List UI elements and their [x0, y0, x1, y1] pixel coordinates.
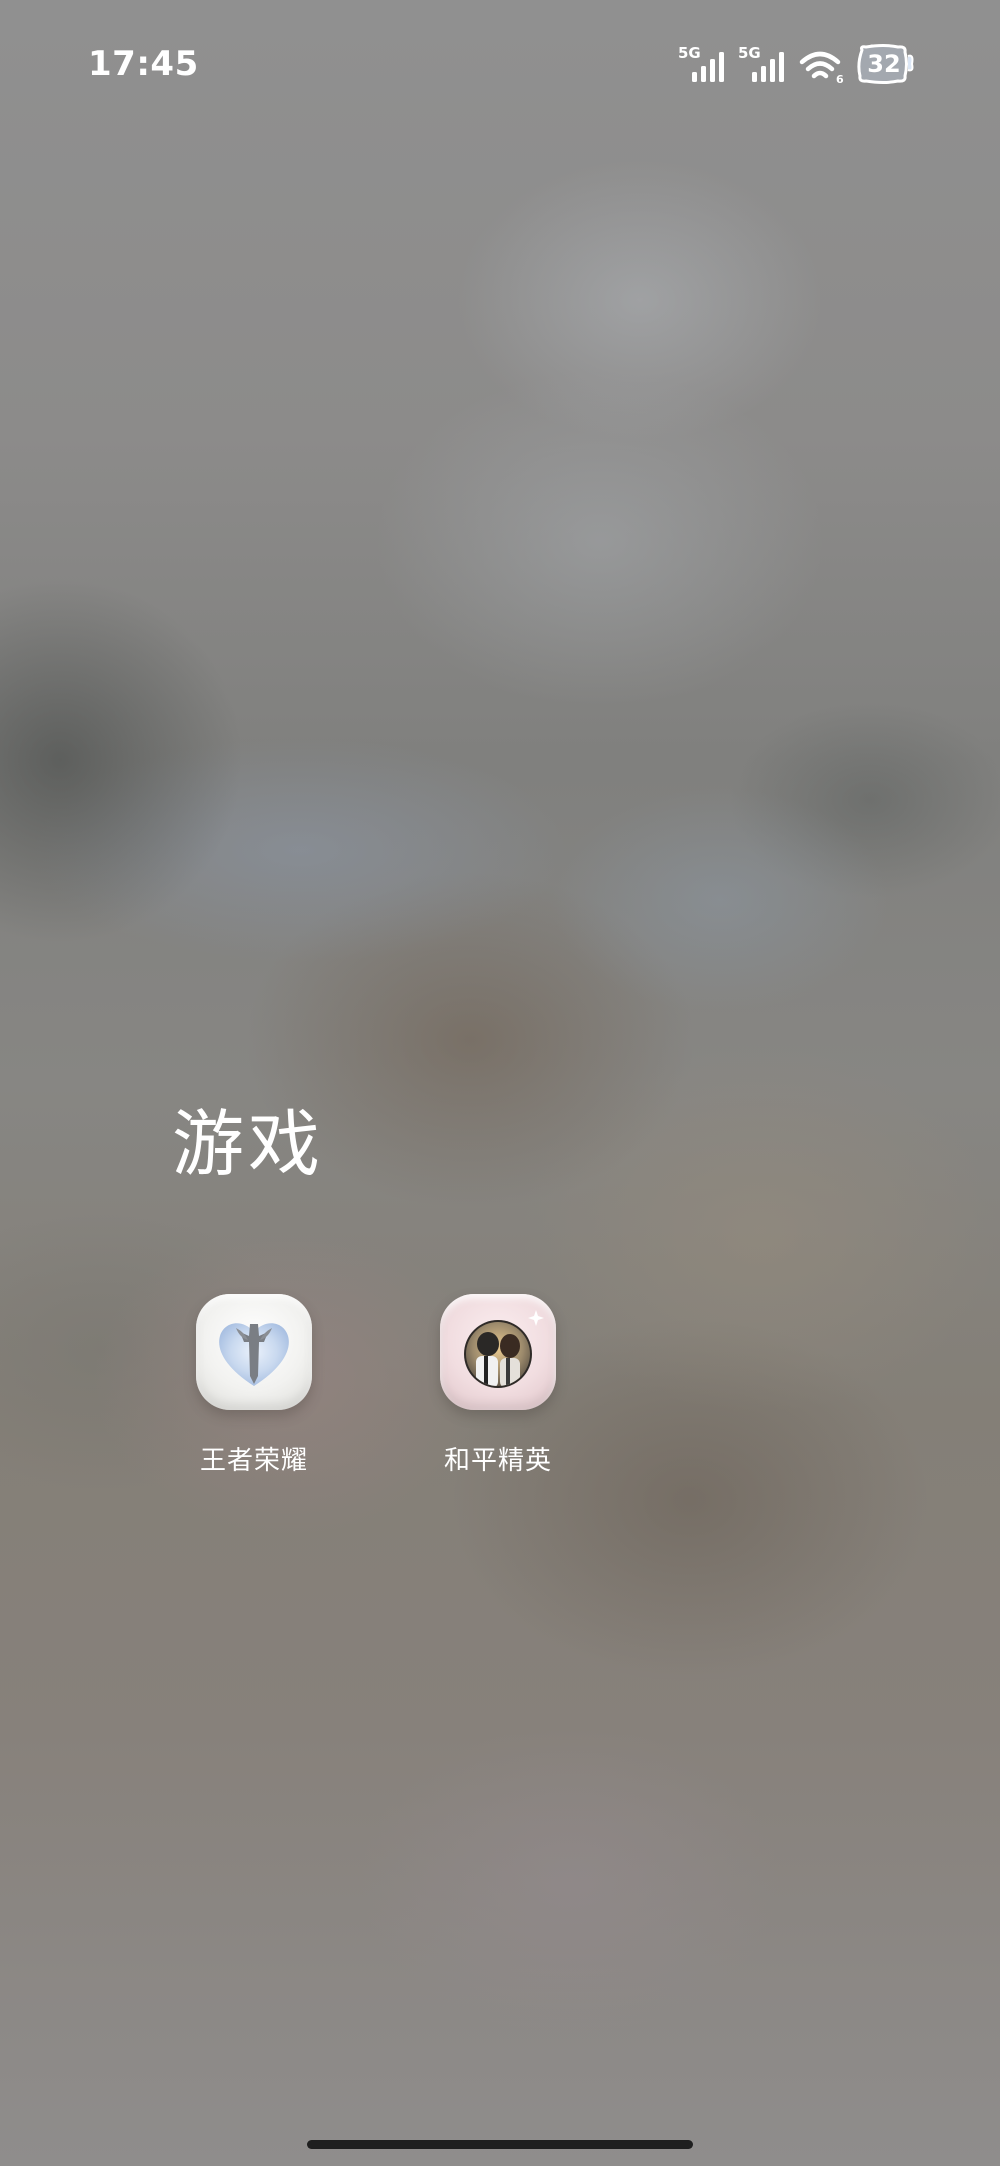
home-screen: 17:45 5G 5G 6 32 游戏 王者荣耀 和平精英: [0, 0, 1000, 2166]
folder-title[interactable]: 游戏: [172, 1085, 324, 1190]
status-bar: 17:45 5G 5G 6 32: [0, 0, 1000, 130]
game-for-peace-icon[interactable]: [440, 1294, 556, 1410]
wifi-icon: 6: [798, 50, 846, 86]
home-indicator[interactable]: [307, 2140, 693, 2149]
battery-icon: 32: [854, 44, 914, 84]
status-time: 17:45: [88, 44, 199, 84]
cellular-signal-2-icon: 5G: [738, 44, 786, 82]
battery-level: 32: [867, 50, 901, 78]
app-game-for-peace[interactable]: 和平精英: [396, 1294, 596, 1476]
svg-text:6: 6: [836, 73, 844, 84]
honor-of-kings-icon[interactable]: [196, 1294, 312, 1410]
app-label: 和平精英: [443, 1446, 552, 1476]
cellular-signal-1-icon: 5G: [678, 44, 726, 82]
app-label: 王者荣耀: [199, 1446, 308, 1476]
blurred-wallpaper: [0, 0, 1000, 2166]
app-honor-of-kings[interactable]: 王者荣耀: [152, 1294, 352, 1476]
